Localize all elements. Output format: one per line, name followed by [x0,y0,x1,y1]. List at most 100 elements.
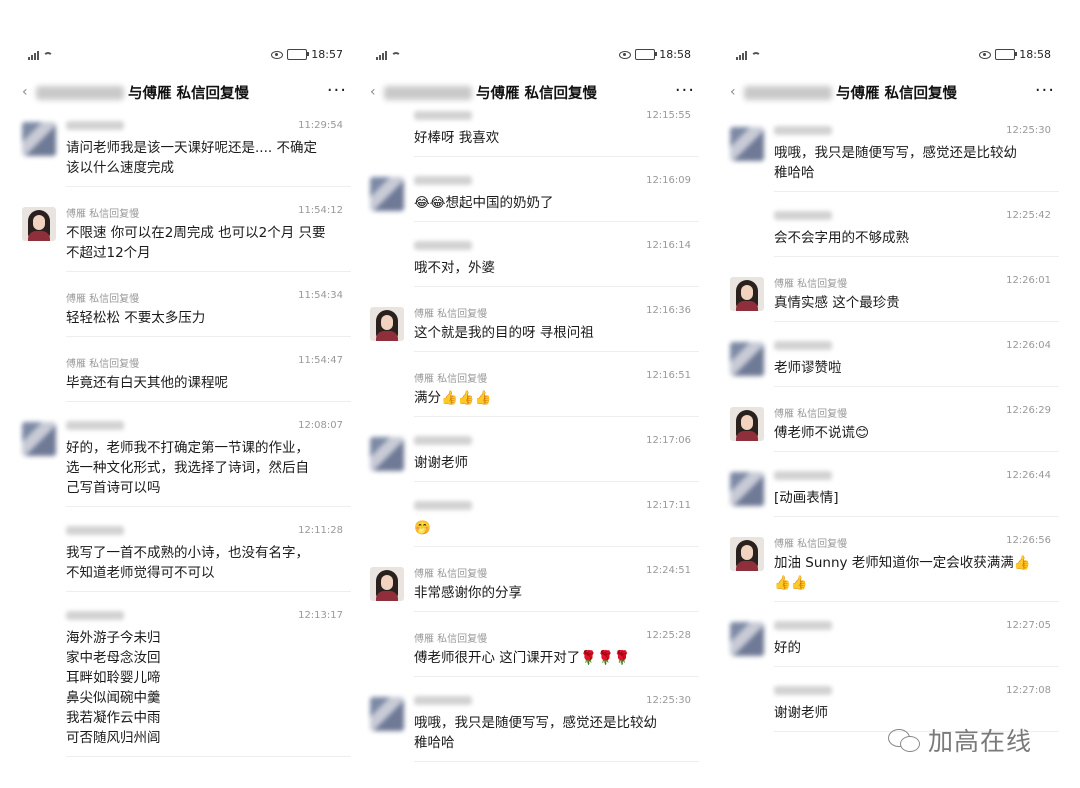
message-divider [66,186,351,187]
back-arrow-icon[interactable]: ‹ [730,84,736,100]
sender-name: 傅雁 私信回复慢 [66,359,140,370]
student-avatar[interactable] [730,472,764,506]
message-text: 海外游子今未归 家中老母念汝回 耳畔如聆婴儿啼 鼻尖似闻碗中羹 我若凝作云中雨 … [66,630,161,746]
battery-icon [995,49,1018,60]
message-text: 这个就是我的目的呀 寻根问祖 [414,325,594,341]
message-divider [66,591,351,592]
redacted-sender-name [66,421,124,430]
teacher-avatar[interactable] [730,537,764,571]
student-avatar[interactable] [730,622,764,656]
message-text: 请问老师我是该一天课好呢还是.... 不确定 该以什么速度完成 [66,140,317,176]
message-text: 加油 Sunny 老师知道你一定会收获满满👍 👍👍 [774,555,1031,591]
message-divider [774,386,1059,387]
teacher-avatar[interactable] [730,277,764,311]
redacted-sender-name [774,621,832,630]
redacted-sender-name [774,126,832,135]
message-divider [774,666,1059,667]
sender-name: 傅雁 私信回复慢 [774,409,848,420]
message-time: 12:16:36 [646,305,691,316]
more-options-icon[interactable]: ··· [1035,80,1055,101]
message-divider [66,401,351,402]
message-time: 12:15:55 [646,110,691,121]
redacted-sender-name [414,241,472,250]
status-right: 18:58 [619,48,691,61]
message-time: 12:27:08 [1006,685,1051,696]
message-text: 🤭 [414,520,431,536]
redacted-sender-name [414,436,472,445]
message-divider [414,481,699,482]
message-text: 😂😂想起中国的奶奶了 [414,195,554,211]
more-options-icon[interactable]: ··· [675,80,695,101]
message-divider [774,516,1059,517]
eye-comfort-icon [271,50,284,59]
chat-screen-3: 18:58 ‹ 与傅雁 私信回复慢 ··· 12:25:30 哦哦，我只是随便写写，感觉还… [726,40,1059,770]
message-time: 12:17:11 [646,500,691,511]
status-bar: 18:57 [18,48,351,66]
wifi-icon [391,52,401,60]
student-avatar[interactable] [22,422,56,456]
message-time: 12:25:30 [1006,125,1051,136]
message-text: 傅老师很开心 这门课开对了🌹🌹🌹 [414,650,631,666]
message-time: 12:16:14 [646,240,691,251]
message-divider [414,351,699,352]
sender-name: 傅雁 私信回复慢 [414,569,488,580]
message-divider [414,761,699,762]
message-time: 12:16:51 [646,370,691,381]
status-bar: 18:58 [366,48,699,66]
message-time: 12:26:01 [1006,275,1051,286]
message-time: 11:54:47 [298,355,343,366]
message-time: 12:11:28 [298,525,343,536]
redacted-username [384,86,472,100]
student-avatar[interactable] [730,342,764,376]
eye-comfort-icon [619,50,632,59]
message-divider [774,601,1059,602]
status-time: 18:58 [659,48,691,61]
teacher-avatar[interactable] [730,407,764,441]
message-text: 毕竟还有白天其他的课程呢 [66,375,228,391]
status-time: 18:58 [1019,48,1051,61]
student-avatar[interactable] [730,127,764,161]
message-text: 好的 [774,640,801,656]
sender-name: 傅雁 私信回复慢 [414,309,488,320]
back-arrow-icon[interactable]: ‹ [370,84,376,100]
chat-title: 与傅雁 私信回复慢 [836,86,958,102]
message-time: 12:16:09 [646,175,691,186]
message-time: 12:25:42 [1006,210,1051,221]
status-left [28,50,53,60]
message-text: 不限速 你可以在2周完成 也可以2个月 只要 不超过12个月 [66,225,326,261]
battery-icon [287,49,310,60]
signal-icon [376,50,387,60]
student-avatar[interactable] [370,437,404,471]
student-avatar[interactable] [22,122,56,156]
message-divider [774,321,1059,322]
message-divider [774,256,1059,257]
sender-name: 傅雁 私信回复慢 [66,209,140,220]
status-left [736,50,761,60]
message-divider [774,191,1059,192]
teacher-avatar[interactable] [370,307,404,341]
student-avatar[interactable] [370,177,404,211]
message-divider [414,156,699,157]
back-arrow-icon[interactable]: ‹ [22,84,28,100]
redacted-username [744,86,832,100]
watermark: 加高在线 [888,722,1032,758]
message-divider [66,336,351,337]
message-divider [414,221,699,222]
message-time: 12:26:04 [1006,340,1051,351]
student-avatar[interactable] [370,697,404,731]
battery-icon [635,49,658,60]
status-bar: 18:58 [726,48,1059,66]
message-text: 好的，老师我不打确定第一节课的作业， 选一种文化形式，我选择了诗词，然后自 己写… [66,440,309,496]
teacher-avatar[interactable] [22,207,56,241]
message-text: 谢谢老师 [414,455,468,471]
sender-name: 傅雁 私信回复慢 [414,634,488,645]
message-time: 11:54:12 [298,205,343,216]
message-text: 傅老师不说谎😊 [774,425,870,441]
chat-title-bar: ‹ 与傅雁 私信回复慢 ··· [366,80,699,106]
message-divider [414,611,699,612]
redacted-sender-name [774,341,832,350]
teacher-avatar[interactable] [370,567,404,601]
more-options-icon[interactable]: ··· [327,80,347,101]
status-left [376,50,401,60]
message-time: 12:26:29 [1006,405,1051,416]
